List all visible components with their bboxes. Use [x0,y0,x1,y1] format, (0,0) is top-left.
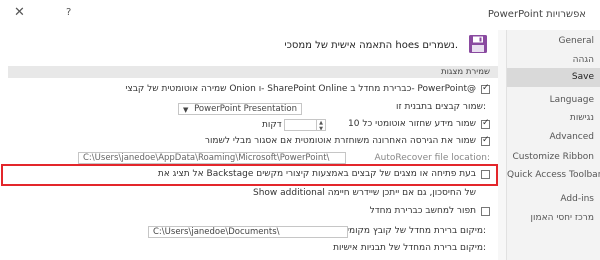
window-title: PowerPoint אפשרויות [487,9,586,20]
options-content: התאמה אישית של ממסכי hoes נשמרים. שמירת … [0,30,506,260]
format-select-value: PowerPoint Presentation [194,104,297,114]
options-sidebar: General הגהה Save Language נגישות Advanc… [506,30,600,260]
autorecover-location-input[interactable]: C:\Users\janedoe\AppData\Roaming\Microso… [78,152,346,164]
content-scrollbar[interactable] [498,30,506,260]
title-bar: PowerPoint אפשרויות ? ✕ [0,0,600,30]
sidebar-item-save[interactable]: Save [507,68,600,87]
autorecover-label: שמור מידע שחזור אוטומטי כל 10 [348,119,476,129]
backstage-label: אל תציג את Backstage בעת פתיחה או מצגים … [157,169,476,179]
save-default-label: תפור למחשב כברירת מחדל [369,206,476,216]
save-disk-icon [469,35,487,53]
help-icon[interactable]: ? [66,7,71,18]
personal-templates-label: מיקום ברירת המחדל של תבניות אישיות: [333,243,486,253]
sidebar-item-advanced[interactable]: Advanced [507,128,600,147]
autosave-label: שמירה אוטומטית של קבצי Onion ו- SharePoi… [125,84,476,94]
default-local-label: מיקום ברירת מחדל של קובץ מקומי: [346,226,486,236]
save-default-checkbox[interactable] [481,207,490,216]
close-icon[interactable]: ✕ [14,5,25,20]
options-dialog: PowerPoint אפשרויות ? ✕ General הגהה Sav… [0,0,600,260]
format-select[interactable]: ▼ PowerPoint Presentation [178,103,302,115]
sidebar-item-customize-ribbon[interactable]: Customize Ribbon [507,148,600,167]
backstage-checkbox[interactable] [481,170,490,179]
sidebar-item-trust-center[interactable]: מרכז יחסי האמון [507,209,600,228]
section-title-save-presentations: שמירת מצגות [440,67,490,77]
sidebar-item-accessibility[interactable]: נגישות [507,109,600,128]
sidebar-item-add-ins[interactable]: Add-ins [507,190,600,209]
autorecover-minutes-spinner[interactable]: ▲ ▼ [284,119,326,131]
section-header-bar [8,66,506,78]
default-local-input[interactable]: C:\Users\janedoe\Documents\ [148,226,348,238]
autorecover-checkbox[interactable] [481,118,490,129]
show-additional-label: Show additional של החיסכון, גם אם ייתכן … [253,188,476,198]
keep-last-checkbox[interactable] [481,135,490,146]
keep-last-label: שמור את הגירסה האחרונה משוחזרת אוטומטית … [204,136,476,146]
header-description: התאמה אישית של ממסכי hoes נשמרים. [284,40,458,51]
sidebar-item-general[interactable]: General [507,32,600,51]
autosave-checkbox[interactable] [481,83,490,94]
spinner-arrows-icon[interactable]: ▲ ▼ [316,120,325,130]
autorecover-location-label: AutoRecover file location: [374,153,490,163]
sidebar-item-quick-access-toolbar[interactable]: Quick Access Toolbar [507,166,600,185]
minutes-label: דקות [262,120,282,130]
format-label: שמור קבצים בתבנית זו: [396,102,486,112]
sidebar-item-language[interactable]: Language [507,91,600,110]
chevron-down-icon: ▼ [183,106,189,114]
